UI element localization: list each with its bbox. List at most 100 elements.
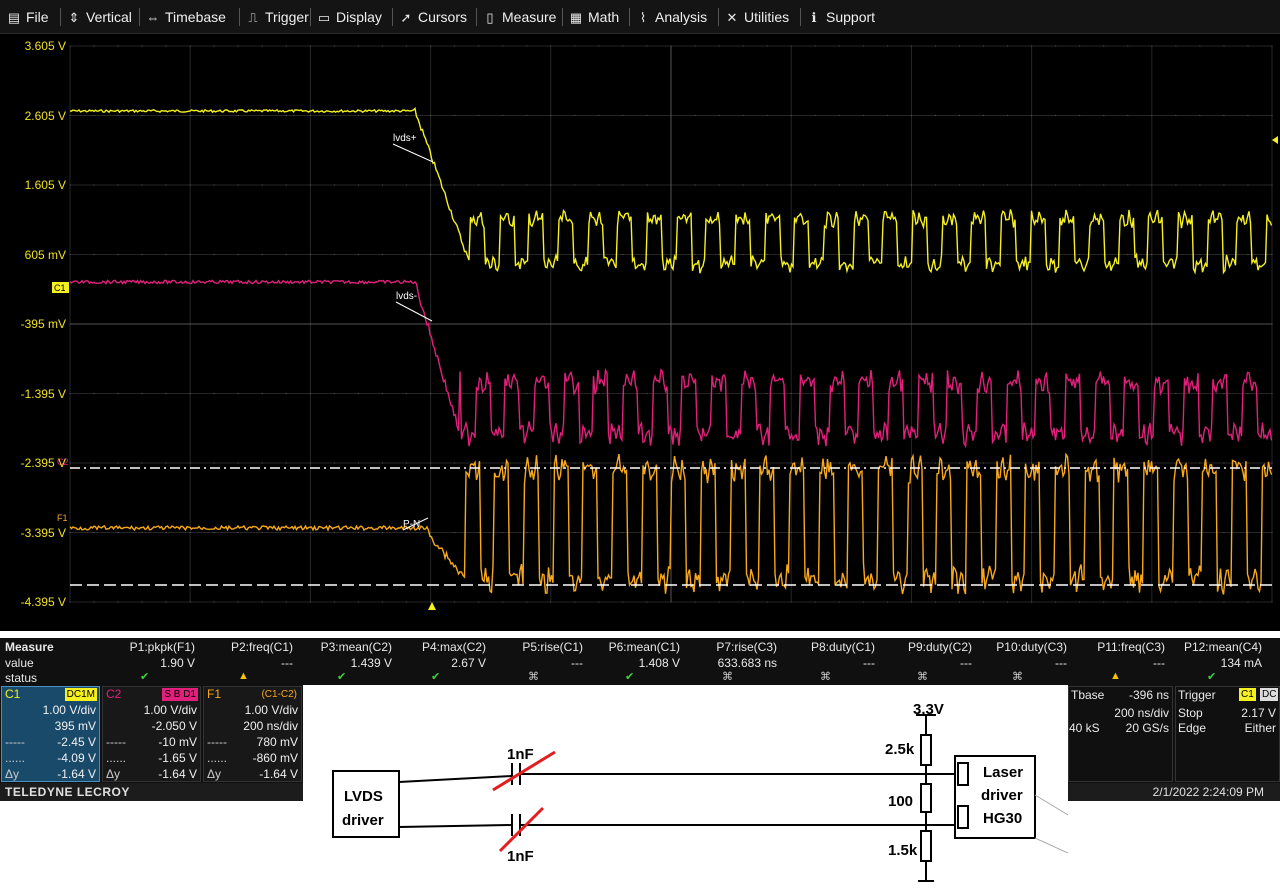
measure-param-value[interactable]: 1.439 V — [351, 656, 392, 670]
grid-dot — [646, 184, 648, 186]
descriptor-c2[interactable]: C2 S B D1 1.00 V/div -2.050 V ----- -10 mV...… — [102, 686, 201, 782]
measure-param-name[interactable]: P3:mean(C2) — [321, 640, 392, 654]
grid-dot — [261, 323, 263, 325]
grid-dot — [983, 323, 985, 325]
measure-param-value[interactable]: --- — [1153, 656, 1165, 670]
grid-dot — [574, 254, 576, 255]
grid-dot — [1223, 393, 1225, 394]
grid-dot — [646, 532, 648, 533]
grid-dot — [189, 532, 191, 533]
grid-dot — [598, 462, 600, 464]
menu-analysis[interactable]: ⌇ Analysis — [635, 0, 707, 34]
grid-dot — [1247, 462, 1249, 464]
measure-param-name[interactable]: P5:rise(C1) — [522, 640, 583, 654]
measure-param-value[interactable]: --- — [571, 656, 583, 670]
grid-dot — [69, 393, 71, 394]
trigger-descriptor[interactable]: Trigger C1 DC Stop 2.17 V Edge Either — [1175, 686, 1280, 782]
grid-dot — [1199, 393, 1201, 394]
grid-dot — [838, 462, 840, 464]
grid-dot — [790, 462, 792, 464]
grid-dot — [502, 323, 504, 325]
measure-param-value[interactable]: 2.67 V — [451, 656, 486, 670]
menu-cursors[interactable]: ➚ Cursors — [398, 0, 467, 34]
grid-dot — [93, 115, 95, 116]
measure-param-name[interactable]: P10:duty(C3) — [996, 640, 1067, 654]
grid-dot — [814, 115, 816, 116]
measure-param-value[interactable]: 633.683 ns — [718, 656, 777, 670]
menu-timebase[interactable]: ⇔ Timebase — [145, 0, 226, 34]
grid-dot — [958, 393, 960, 394]
measure-param-value[interactable]: --- — [1055, 656, 1067, 670]
menu-math[interactable]: ▦ Math — [568, 0, 619, 34]
grid-dot — [598, 254, 600, 255]
measure-param-name[interactable]: P12:mean(C4) — [1184, 640, 1262, 654]
grid-dot — [1007, 323, 1009, 325]
grid-dot — [1031, 323, 1033, 325]
grid-dot — [1055, 323, 1057, 325]
menu-utilities[interactable]: ✕ Utilities — [724, 0, 790, 34]
measure-param-value[interactable]: 1.90 V — [160, 656, 195, 670]
grid-dot — [189, 462, 191, 464]
grid-dot — [141, 115, 143, 116]
grid-dot — [406, 184, 408, 186]
measure-param-name[interactable]: P6:mean(C1) — [609, 640, 680, 654]
measure-param-name[interactable]: P2:freq(C1) — [231, 640, 293, 654]
laser-driver-line2: driver — [981, 787, 1023, 804]
descriptor-cursor1: 780 mV — [256, 735, 298, 749]
descriptor-name: C2 — [106, 687, 122, 701]
grid-dot — [958, 115, 960, 116]
datetime: 2/1/2022 2:24:09 PM — [1152, 785, 1264, 799]
timebase-descriptor[interactable]: Tbase -396 ns 200 ns/div 40 kS 20 GS/s — [1068, 686, 1173, 782]
grid-dot — [694, 115, 696, 116]
descriptor-f1[interactable]: F1 (C1-C2) 1.00 V/div 200 ns/div ----- 780 mV… — [203, 686, 302, 782]
grid-dot — [357, 532, 359, 533]
timebase-trigger-panel[interactable]: Tbase -396 ns 200 ns/div 40 kS 20 GS/s T… — [1068, 685, 1280, 783]
measure-param-value[interactable]: --- — [960, 656, 972, 670]
grid-dot — [742, 115, 744, 116]
grid-dot — [574, 323, 576, 325]
grid-dot — [213, 462, 215, 464]
descriptor-name: F1 — [207, 687, 222, 701]
measure-param-value[interactable]: --- — [863, 656, 875, 670]
grid-dot — [983, 254, 985, 255]
delta-y-label: Δy — [207, 767, 222, 781]
grid-dot — [934, 323, 936, 325]
waveform-display[interactable]: lvds+ lvds- P-N C1 C2 F1 3.605 V 2.605 V 1.605 … — [0, 34, 1280, 659]
laser-pin-bot — [957, 805, 969, 829]
measure-param-name[interactable]: P8:duty(C1) — [811, 640, 875, 654]
brand-label: TELEDYNE LECROY — [0, 783, 303, 801]
measure-param-name[interactable]: P9:duty(C2) — [908, 640, 972, 654]
grid-dot — [69, 115, 71, 116]
grid-dot — [1079, 45, 1081, 47]
menu-support[interactable]: ℹ Support — [806, 0, 876, 34]
grid-dot — [285, 184, 287, 186]
measure-param-value[interactable]: 1.408 V — [639, 656, 680, 670]
laser-driver-line3: HG30 — [983, 810, 1023, 827]
grid-dot — [1271, 393, 1273, 394]
measure-table[interactable]: Measure value status P1:pkpk(F1) 1.90 V ✔ P… — [0, 638, 1280, 685]
measure-param-name[interactable]: P11:freq(C3) — [1097, 640, 1165, 654]
cursors-icon: ➚ — [400, 10, 412, 25]
menu-separator — [562, 8, 563, 26]
menu-trigger[interactable]: ⎍ Trigger — [245, 0, 308, 34]
waveform-svg: lvds+lvds-P-NC1C2F1 — [52, 45, 1278, 610]
grid-dot — [430, 601, 432, 603]
measure-param-name[interactable]: P1:pkpk(F1) — [130, 640, 195, 654]
menu-label: Display — [336, 9, 382, 25]
measure-param-value[interactable]: 134 mA — [1221, 656, 1262, 670]
measure-param-name[interactable]: P4:max(C2) — [422, 640, 486, 654]
grid-dot — [1175, 323, 1177, 325]
menu-display[interactable]: ▭ Display — [316, 0, 382, 34]
status-warning-icon: ▲ — [1110, 670, 1121, 682]
grid-dot — [502, 115, 504, 116]
descriptor-c1[interactable]: C1 DC1M 1.00 V/div 395 mV ----- -2.45 V......… — [1, 686, 100, 782]
menu-vertical[interactable]: ⇕ Vertical — [66, 0, 132, 34]
trigger-icon: ⎍ — [248, 10, 258, 25]
menu-file[interactable]: ▤ File — [6, 0, 49, 34]
measure-param-name[interactable]: P7:rise(C3) — [716, 640, 777, 654]
grid-dot — [742, 323, 744, 325]
measure-param-value[interactable]: --- — [281, 656, 293, 670]
timebase-samples: 40 kS — [1069, 721, 1100, 735]
trace-label-c2: lvds- — [396, 291, 417, 302]
menu-measure[interactable]: ▯ Measure — [482, 0, 556, 34]
